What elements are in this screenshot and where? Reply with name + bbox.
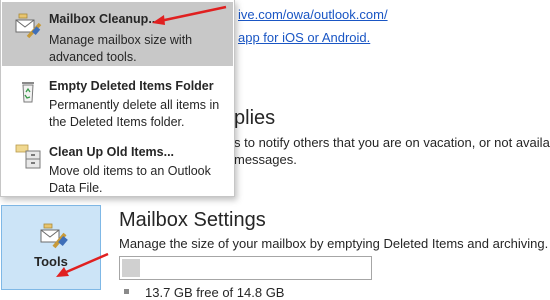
menu-item-title: Mailbox Cleanup... — [49, 12, 159, 26]
mailbox-settings-description: Manage the size of your mailbox by empty… — [119, 236, 549, 251]
outlook-web-link[interactable]: ive.com/owa/outlook.com/ — [238, 7, 388, 22]
annotation-arrow-to-mailbox-cleanup — [152, 5, 227, 25]
mailbox-usage-bar — [119, 256, 372, 280]
automatic-replies-description: s to notify others that you are on vacat… — [234, 135, 550, 150]
menu-item-title: Clean Up Old Items... — [49, 145, 175, 159]
annotation-arrow-to-tools — [56, 252, 109, 277]
recycle-bin-icon — [22, 82, 34, 103]
mailbox-cleanup-icon — [15, 13, 42, 38]
cleanup-tools-menu: Mailbox Cleanup... Manage mailbox size w… — [0, 0, 235, 197]
menu-item-clean-up-old-items[interactable]: Clean Up Old Items... Move old items to … — [2, 135, 233, 199]
archive-cabinet-icon — [15, 144, 41, 169]
mobile-app-link[interactable]: app for iOS or Android. — [238, 30, 370, 45]
mailbox-settings-heading: Mailbox Settings — [119, 209, 266, 231]
tools-icon — [40, 223, 68, 249]
automatic-replies-description-2: messages. — [234, 152, 297, 167]
menu-item-empty-deleted-items[interactable]: Empty Deleted Items Folder Permanently d… — [2, 69, 233, 133]
free-space-bullet — [124, 289, 129, 294]
menu-item-title: Empty Deleted Items Folder — [49, 79, 214, 93]
automatic-replies-heading: plies — [234, 107, 276, 129]
menu-item-description: Move old items to an Outlook Data File. — [49, 164, 211, 195]
mailbox-free-space: 13.7 GB free of 14.8 GB — [145, 285, 285, 300]
menu-item-description: Manage mailbox size with advanced tools. — [49, 33, 193, 64]
mailbox-usage-fill — [122, 259, 140, 277]
menu-item-description: Permanently delete all items in the Dele… — [49, 98, 220, 129]
